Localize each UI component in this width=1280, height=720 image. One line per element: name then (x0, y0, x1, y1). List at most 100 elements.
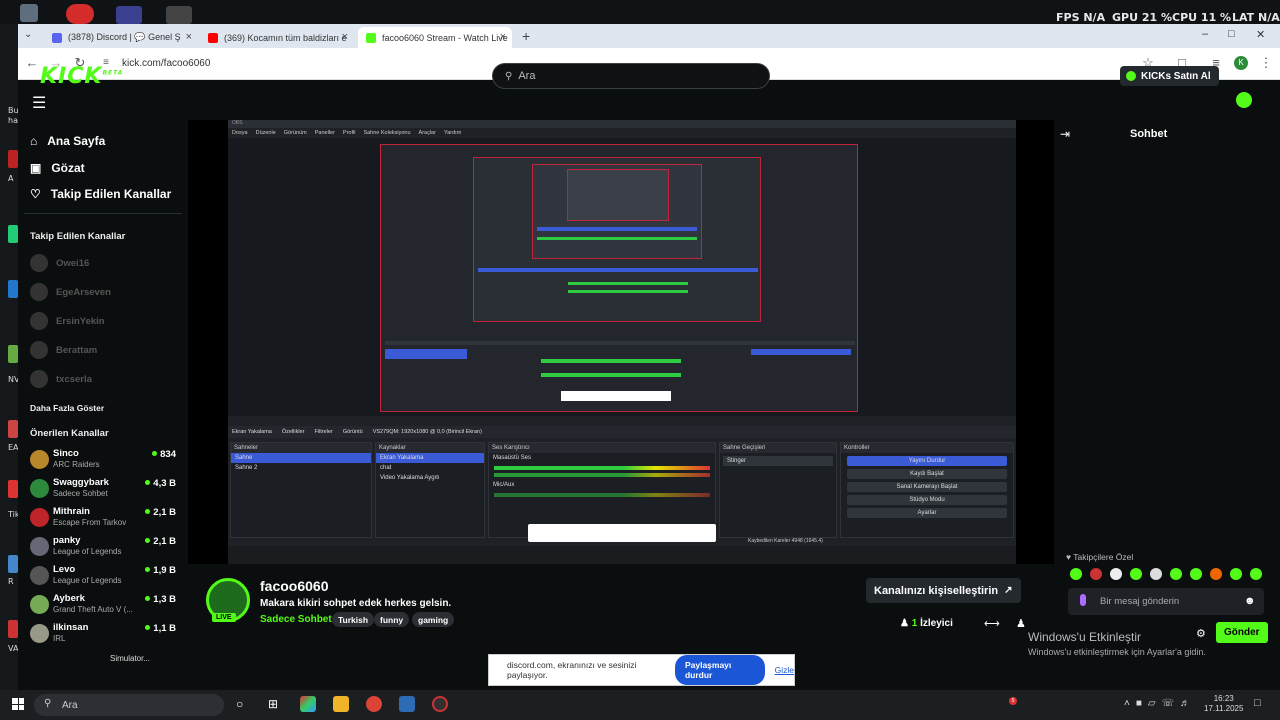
desktop-icon[interactable] (8, 150, 18, 168)
stream-category[interactable]: Sadece Sohbet (260, 614, 332, 625)
recommended-channel[interactable]: Sinco ARC Raiders 834 (30, 448, 176, 477)
desktop-icon[interactable] (8, 620, 18, 638)
followed-channel[interactable]: ErsinYekin (30, 312, 176, 330)
desktop-icon[interactable] (166, 6, 192, 24)
hamburger-menu-icon[interactable]: ☰ (32, 93, 46, 113)
emote[interactable] (1250, 568, 1262, 580)
share-icon[interactable]: ⟷ (984, 617, 1000, 630)
desktop-icon[interactable] (8, 345, 18, 363)
mic-icon[interactable] (1080, 594, 1086, 606)
emote[interactable] (1230, 568, 1242, 580)
system-tray[interactable]: ˄■▱☏♬ (1124, 698, 1196, 709)
cpu-readout: CPU 11 % (1172, 11, 1232, 24)
emote[interactable] (1090, 568, 1102, 580)
followed-channel[interactable]: Berattam (30, 341, 176, 359)
search-input[interactable]: ⚲ Ara (492, 63, 770, 89)
chat-message-input[interactable]: Bir mesaj gönderin (1068, 588, 1264, 615)
app-icon[interactable] (399, 696, 415, 712)
menu-kebab-icon[interactable]: ⋮ (1258, 55, 1274, 71)
buy-kicks-button[interactable]: KICKs Satın Al (1120, 66, 1219, 86)
notifications-icon[interactable]: □ (1254, 697, 1261, 709)
file-explorer-icon[interactable] (333, 696, 349, 712)
taskbar-search[interactable]: ⚲ Ara (34, 694, 224, 716)
tab-search-icon[interactable]: ⌄ (24, 29, 32, 40)
desktop-icon[interactable] (66, 4, 94, 24)
emote[interactable] (1190, 568, 1202, 580)
stop-sharing-button[interactable]: Paylaşmayı durdur (674, 655, 765, 685)
close-window-icon[interactable]: ✕ (1256, 28, 1265, 41)
hide-button[interactable]: Gizle (775, 665, 794, 675)
emote[interactable] (1150, 568, 1162, 580)
send-button[interactable]: Gönder (1216, 622, 1268, 643)
desktop-icon[interactable] (116, 6, 142, 24)
followed-channel[interactable]: Owei16 (30, 254, 176, 272)
desktop-icon[interactable] (8, 225, 18, 243)
recommended-channel[interactable]: Mithrain Escape From Tarkov 2,1 B (30, 506, 176, 535)
follow-user-icon[interactable]: ♟ (1016, 617, 1026, 630)
user-avatar[interactable] (1236, 92, 1252, 108)
tab-discord[interactable]: (3878) Discord | 💬 Genel Ş × (44, 27, 198, 48)
emote[interactable] (1130, 568, 1142, 580)
tab-youtube[interactable]: (369) Kocamın tüm baldizları e × (200, 27, 354, 48)
profile-avatar[interactable]: K (1234, 56, 1248, 70)
nav-following[interactable]: ♡ Takip Edilen Kanallar (30, 187, 171, 201)
obs-icon[interactable] (432, 696, 448, 712)
desktop-icon[interactable] (8, 555, 18, 573)
nested-bar (478, 268, 758, 272)
widgets-icon[interactable]: ⊞ (268, 697, 278, 711)
recommended-channel[interactable]: ilkinsan IRL 1,1 B (30, 622, 176, 651)
new-tab-icon[interactable]: + (522, 28, 530, 44)
heart-icon: ♡ (30, 187, 41, 201)
minimize-icon[interactable]: – (1202, 28, 1208, 40)
tag[interactable]: Turkish (332, 612, 375, 627)
show-more-link[interactable]: Daha Fazla Göster (30, 403, 104, 413)
emote[interactable] (1170, 568, 1182, 580)
nav-home[interactable]: ⌂ Ana Sayfa (30, 134, 105, 148)
kick-logo[interactable]: KICKBETA (40, 64, 123, 89)
obs-transitions-panel: Sahne Geçişleri Stinger (719, 442, 837, 538)
emote[interactable] (1110, 568, 1122, 580)
desktop-icon[interactable] (20, 4, 38, 22)
recommended-channel[interactable]: Levo League of Legends 1,9 B (30, 564, 176, 593)
followed-channel[interactable]: EgeArseven (30, 283, 176, 301)
followed-channel[interactable]: txcserla (30, 370, 176, 388)
captured-share-bar (528, 524, 716, 542)
tag[interactable]: funny (374, 612, 410, 627)
screen-share-bar: discord.com, ekranınızı ve sesinizi payl… (488, 654, 795, 686)
copilot-icon[interactable] (300, 696, 316, 712)
nested-capture-2 (473, 157, 761, 322)
settings-gear-icon[interactable]: ⚙ (1196, 627, 1206, 640)
recommended-channel[interactable]: Swaggybark Sadece Sohbet 4,3 B (30, 477, 176, 506)
taskbar-clock[interactable]: 16:23 17.11.2025 (1204, 694, 1243, 714)
desktop-icon[interactable] (8, 280, 18, 298)
tag[interactable]: gaming (412, 612, 455, 627)
viewer-count: ♟ 1 İzleyici (900, 618, 953, 629)
emote[interactable] (1070, 568, 1082, 580)
youtube-icon (208, 32, 218, 43)
windows-activate-title: Windows'u Etkinleştir (1028, 630, 1141, 644)
chrome-icon[interactable] (366, 696, 382, 712)
gpu-readout: GPU 21 % (1112, 11, 1173, 24)
desktop-icon[interactable] (8, 480, 18, 498)
recommended-channel[interactable]: panky League of Legends 2,1 B (30, 535, 176, 564)
nav-browse[interactable]: ▣ Gözat (30, 161, 85, 175)
address-bar[interactable]: kick.com/facoo6060 (122, 58, 210, 69)
emoji-icon[interactable]: ☻ (1244, 595, 1256, 607)
emote[interactable] (1210, 568, 1222, 580)
back-icon[interactable]: ← (24, 55, 40, 70)
channel-name[interactable]: facoo6060 (260, 578, 328, 594)
viewers-icon: ♟ (900, 618, 909, 629)
customize-channel-button[interactable]: Kanalınızı kişiselleştirin ↗ (866, 578, 1021, 603)
tab-close-icon[interactable]: × (500, 31, 506, 43)
tab-close-icon[interactable]: × (186, 31, 192, 43)
start-icon[interactable] (12, 698, 24, 710)
tab-kick[interactable]: facoo6060 Stream - Watch Live × (358, 27, 512, 48)
desktop-icon[interactable] (8, 420, 18, 438)
collapse-chat-icon[interactable]: ⇥ (1060, 127, 1070, 141)
maximize-icon[interactable]: □ (1228, 28, 1235, 40)
tab-close-icon[interactable]: × (342, 31, 348, 43)
recommended-channel[interactable]: Ayberk Grand Theft Auto V (... 1,3 B (30, 593, 176, 622)
nested-capture-1 (380, 144, 858, 412)
nested-bar (751, 349, 851, 355)
task-view-icon[interactable]: ○ (236, 697, 243, 711)
